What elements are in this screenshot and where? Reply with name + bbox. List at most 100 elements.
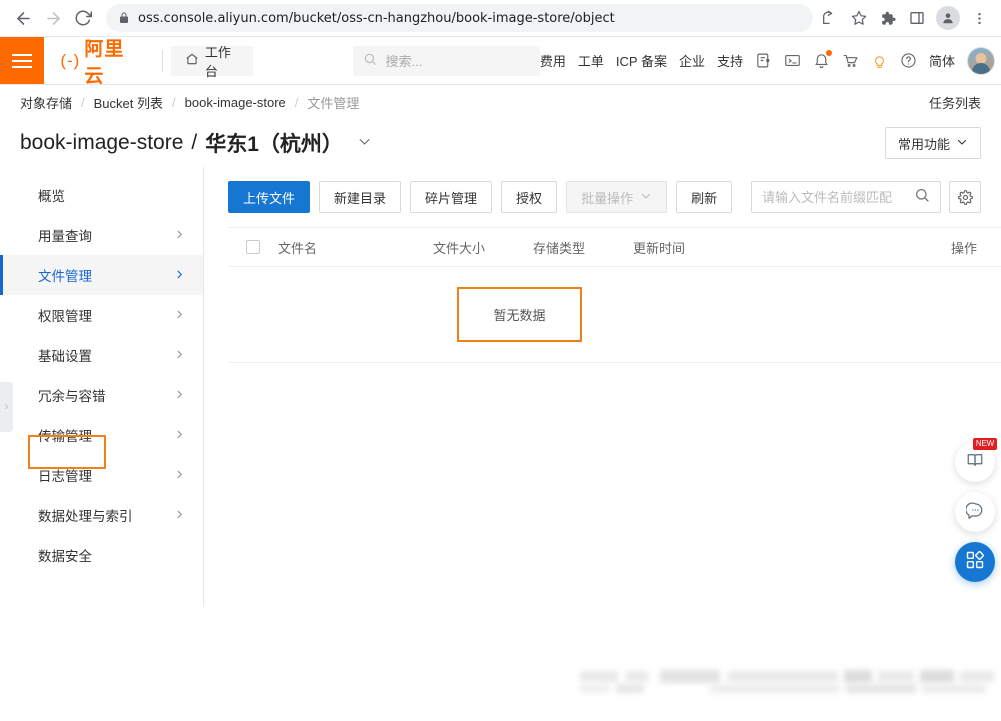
doc-book-icon-button[interactable]: NEW (955, 438, 997, 482)
select-all-checkbox-cell (228, 240, 278, 254)
main-content: 上传文件 新建目录 碎片管理 授权 批量操作 刷新 请输入文件名前缀匹配 文件名… (204, 167, 1001, 607)
browser-forward-button[interactable] (38, 3, 68, 33)
breadcrumb-item-bucket-list[interactable]: Bucket 列表 (94, 93, 163, 112)
header-link-fee[interactable]: 费用 (540, 51, 566, 70)
profile-avatar-icon[interactable] (936, 6, 960, 30)
fragment-management-button[interactable]: 碎片管理 (410, 181, 493, 213)
chevron-right-icon (174, 508, 185, 523)
new-folder-button[interactable]: 新建目录 (319, 181, 402, 213)
sidebar-item-data-security[interactable]: 数据安全 (0, 535, 203, 575)
sidebar-item-label: 数据处理与索引 (38, 509, 133, 524)
select-all-checkbox[interactable] (246, 240, 260, 254)
breadcrumb-item-oss[interactable]: 对象存储 (20, 93, 72, 112)
language-selector[interactable]: 简体 (929, 51, 955, 70)
annotation-box-empty-state: 暂无数据 (457, 287, 582, 342)
file-search-input[interactable] (762, 189, 914, 205)
sidebar-collapse-handle[interactable]: › (0, 382, 13, 432)
chevron-right-icon (174, 428, 185, 443)
chevron-down-icon (640, 190, 652, 205)
sidebar-item-data-processing-index[interactable]: 数据处理与索引 (0, 495, 203, 535)
header-link-support[interactable]: 支持 (717, 51, 743, 70)
sidebar-item-transfer-management[interactable]: 传输管理 (0, 415, 203, 455)
file-search-box[interactable] (751, 181, 941, 213)
page-body: 概览 用量查询 文件管理 权限管理 基础设置 冗余与容错 传输管理 日志管理 数… (0, 167, 1001, 607)
column-header-update-time: 更新时间 (633, 240, 686, 256)
chevron-down-icon (956, 136, 968, 151)
common-functions-button[interactable]: 常用功能 (884, 127, 981, 159)
browser-reload-button[interactable] (68, 3, 98, 33)
table-settings-gear-icon[interactable] (949, 181, 981, 213)
chevron-down-icon[interactable] (357, 134, 372, 153)
page-title-row: book-image-store / 华东1（杭州） 常用功能 (0, 119, 1001, 167)
authorize-button[interactable]: 授权 (501, 181, 558, 213)
hamburger-icon[interactable] (0, 37, 45, 84)
search-icon[interactable] (914, 187, 930, 208)
aliyun-logo[interactable]: (-) 阿里云 (44, 37, 154, 87)
header-link-ticket[interactable]: 工单 (578, 51, 604, 70)
qr-grid-icon-button[interactable] (955, 542, 995, 582)
sidebar-item-basic-settings[interactable]: 基础设置 (0, 335, 203, 375)
workbench-button[interactable]: 工作台 (170, 45, 254, 79)
breadcrumb-item-bucket-name[interactable]: book-image-store (185, 95, 286, 110)
sidebar-item-redundancy-fault-tolerance[interactable]: 冗余与容错 (0, 375, 203, 415)
side-panel-icon[interactable] (903, 4, 931, 32)
refresh-button[interactable]: 刷新 (676, 181, 733, 213)
page-title-bucket: book-image-store (20, 131, 184, 154)
bell-icon[interactable] (813, 50, 832, 69)
chevron-right-icon (174, 468, 185, 483)
puzzle-icon[interactable] (873, 4, 901, 32)
batch-operations-button: 批量操作 (566, 181, 668, 213)
sidebar-item-overview[interactable]: 概览 (0, 175, 203, 215)
common-functions-label: 常用功能 (897, 136, 950, 152)
breadcrumb: 对象存储 / Bucket 列表 / book-image-store / 文件… (0, 85, 1001, 119)
task-list-link[interactable]: 任务列表 (929, 93, 981, 112)
sidebar-item-label: 权限管理 (38, 309, 92, 324)
empty-state-text: 暂无数据 (493, 308, 546, 323)
url-text: oss.console.aliyun.com/bucket/oss-cn-han… (138, 10, 615, 26)
sidebar-item-label: 文件管理 (38, 269, 92, 284)
column-header-operations: 操作 (950, 240, 977, 256)
app-icon[interactable] (755, 52, 772, 69)
user-avatar[interactable] (967, 46, 995, 75)
floating-action-buttons: NEW (955, 438, 997, 582)
terminal-icon[interactable] (784, 52, 801, 69)
cart-icon[interactable] (842, 52, 859, 69)
doc-book-icon (966, 451, 984, 474)
sidebar: 概览 用量查询 文件管理 权限管理 基础设置 冗余与容错 传输管理 日志管理 数… (0, 167, 204, 607)
aliyun-logo-mark: (-) (60, 50, 81, 70)
lightbulb-icon[interactable] (871, 52, 888, 69)
chevron-right-icon (174, 388, 185, 403)
file-toolbar: 上传文件 新建目录 碎片管理 授权 批量操作 刷新 (228, 181, 1001, 213)
browser-back-button[interactable] (8, 3, 38, 33)
header-right-actions: 费用 工单 ICP 备案 企业 支持 简体 (540, 37, 1001, 84)
search-icon (363, 52, 377, 69)
home-icon (185, 52, 199, 69)
chat-bubble-icon-button[interactable] (955, 492, 995, 532)
column-header-file-name: 文件名 (278, 240, 318, 256)
sidebar-item-permission-management[interactable]: 权限管理 (0, 295, 203, 335)
header-search-box[interactable]: 搜索... (353, 45, 540, 76)
workbench-label: 工作台 (204, 44, 231, 79)
header-divider (162, 49, 163, 72)
star-icon[interactable] (845, 4, 873, 32)
page-title: book-image-store / 华东1（杭州） (20, 128, 372, 158)
breadcrumb-separator: / (81, 94, 85, 110)
column-header-storage-type: 存储类型 (533, 240, 586, 256)
upload-file-button[interactable]: 上传文件 (228, 181, 311, 213)
share-icon[interactable] (815, 4, 843, 32)
sidebar-item-usage-query[interactable]: 用量查询 (0, 215, 203, 255)
chevron-right-icon (174, 268, 185, 283)
browser-toolbar: oss.console.aliyun.com/bucket/oss-cn-han… (0, 0, 1001, 36)
chevron-right-icon (174, 348, 185, 363)
app-header: (-) 阿里云 工作台 搜索... 费用 工单 ICP 备案 企业 支持 简体 (0, 37, 1001, 87)
three-dot-menu-icon[interactable] (965, 4, 993, 32)
header-link-enterprise[interactable]: 企业 (679, 51, 705, 70)
bell-notification-dot (825, 50, 832, 56)
help-icon[interactable] (900, 52, 917, 69)
sidebar-item-log-management[interactable]: 日志管理 (0, 455, 203, 495)
page-title-separator: / (191, 131, 198, 154)
address-bar[interactable]: oss.console.aliyun.com/bucket/oss-cn-han… (106, 4, 813, 32)
sidebar-item-file-management[interactable]: 文件管理 (0, 255, 203, 295)
header-link-icp[interactable]: ICP 备案 (616, 51, 667, 70)
chevron-right-icon (174, 228, 185, 243)
